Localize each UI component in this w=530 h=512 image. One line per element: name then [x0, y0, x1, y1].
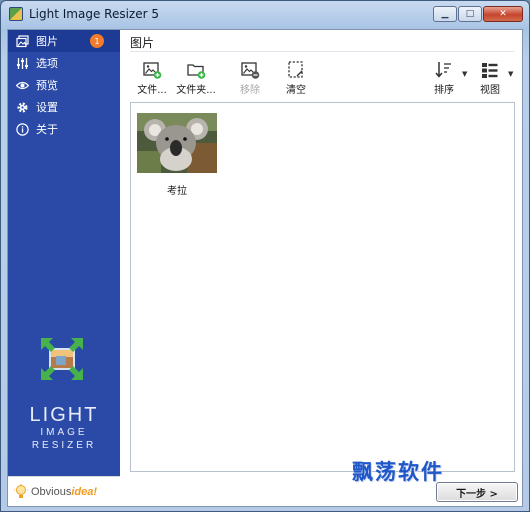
sidebar-item-settings[interactable]: 设置 — [8, 96, 120, 118]
brand-text-resizer: RESIZER — [31, 440, 97, 451]
view-grid-icon — [480, 60, 500, 80]
add-folder-label: 文件夹... — [176, 85, 216, 96]
info-icon — [16, 122, 29, 136]
remove-label: 移除 — [240, 85, 260, 96]
image-list[interactable]: 考拉 — [130, 102, 515, 472]
remove-image-icon — [240, 60, 260, 80]
app-logo-graphic — [41, 338, 83, 380]
sort-label: 排序 — [434, 85, 454, 96]
eye-icon — [16, 79, 29, 92]
toolbar: 文件... 文件夹... 移除 清空 排序 ▼ 视图 ▼ — [130, 60, 514, 96]
page-title: 图片 — [130, 36, 155, 50]
clear-selection-icon — [286, 60, 306, 80]
next-button[interactable]: 下一步 > — [436, 482, 518, 502]
add-image-icon — [142, 60, 162, 80]
vendor-link[interactable]: Obviousidea! — [8, 476, 120, 506]
sidebar-item-preview[interactable]: 预览 — [8, 74, 120, 96]
brand-text-image: IMAGE — [40, 427, 88, 438]
sidebar-item-options[interactable]: 选项 — [8, 52, 120, 74]
vendor-suffix: idea! — [71, 485, 98, 498]
window-controls: ▁ □ ✕ — [433, 6, 523, 22]
client-area: 图片 1 选项 预览 设置 关于 LIGHT IMAGE RESIZER Obv… — [7, 29, 523, 507]
sidebar-item-label: 选项 — [36, 57, 58, 70]
image-item[interactable]: 考拉 — [135, 113, 219, 197]
title-divider — [130, 51, 514, 52]
app-window: Light Image Resizer 5 ▁ □ ✕ 图片 1 选项 预览 设… — [0, 0, 530, 512]
lightbulb-icon — [14, 483, 28, 498]
sort-icon — [434, 60, 454, 80]
sidebar-item-label: 预览 — [36, 79, 58, 92]
image-count-badge: 1 — [90, 34, 104, 48]
sort-dropdown-arrow-icon[interactable]: ▼ — [462, 70, 467, 78]
main-panel: 图片 文件... 文件夹... 移除 清空 排序 ▼ 视图 ▼ 考拉 飘荡软件 … — [120, 30, 522, 506]
sidebar-item-about[interactable]: 关于 — [8, 118, 120, 140]
brand-text-light: LIGHT — [29, 404, 99, 426]
view-button[interactable]: 视图 — [470, 60, 510, 96]
sidebar-item-label: 图片 — [36, 35, 58, 48]
sidebar: 图片 1 选项 预览 设置 关于 LIGHT IMAGE RESIZER Obv… — [8, 30, 120, 506]
minimize-button[interactable]: ▁ — [433, 6, 457, 22]
koala-thumbnail — [137, 113, 217, 173]
remove-button[interactable]: 移除 — [230, 60, 270, 96]
sidebar-item-label: 关于 — [36, 123, 58, 136]
view-dropdown-arrow-icon[interactable]: ▼ — [508, 70, 513, 78]
close-button[interactable]: ✕ — [483, 6, 523, 22]
add-file-label: 文件... — [137, 85, 167, 96]
add-folder-button[interactable]: 文件夹... — [176, 60, 216, 96]
add-file-button[interactable]: 文件... — [132, 60, 172, 96]
sidebar-item-label: 设置 — [36, 101, 58, 114]
title-bar: Light Image Resizer 5 ▁ □ ✕ — [1, 1, 529, 27]
clear-button[interactable]: 清空 — [276, 60, 316, 96]
sidebar-item-images[interactable]: 图片 1 — [8, 30, 120, 52]
view-label: 视图 — [480, 85, 500, 96]
add-folder-icon — [186, 60, 206, 80]
vendor-name: Obviousidea! — [31, 486, 97, 498]
vendor-prefix: Obvious — [31, 485, 72, 498]
gear-icon — [16, 101, 29, 114]
images-icon — [16, 34, 29, 48]
app-icon — [9, 7, 23, 21]
clear-label: 清空 — [286, 85, 306, 96]
maximize-button[interactable]: □ — [458, 6, 482, 22]
image-name: 考拉 — [167, 186, 187, 197]
window-title: Light Image Resizer 5 — [29, 7, 159, 21]
watermark-text: 飘荡软件 — [352, 459, 444, 484]
sort-button[interactable]: 排序 — [424, 60, 464, 96]
sliders-icon — [16, 57, 29, 70]
